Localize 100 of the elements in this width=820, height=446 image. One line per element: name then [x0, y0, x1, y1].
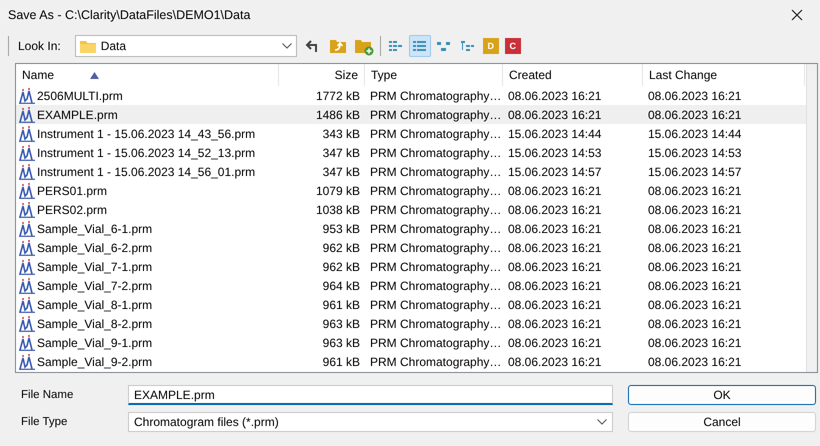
table-cell: 08.06.2023 16:21 — [648, 354, 742, 368]
table-cell: Sample_Vial_6-2.prm — [37, 240, 152, 254]
table-cell: 963 kB — [322, 336, 360, 350]
table-cell: 963 kB — [322, 316, 360, 330]
tree-view-icon — [436, 39, 452, 53]
file-row[interactable]: PERS01.prm 1079 kB PRM Chromatography… 08.06.2023 16:21 08.06.2023 16:21 — [16, 181, 806, 200]
chromatogram-icon — [19, 88, 35, 104]
table-cell: 961 kB — [322, 354, 360, 368]
file-row[interactable]: Instrument 1 - 15.06.2023 14_52_13.prm 347 kB PRM Chromatography… 15.06.2023 14:53 15.06.2023 14:53 — [16, 143, 806, 162]
table-cell: 08.06.2023 16:21 — [648, 260, 742, 274]
column-header[interactable]: Type — [365, 64, 503, 86]
file-row[interactable]: Sample_Vial_7-1.prm 962 kB PRM Chromatography… 08.06.2023 16:21 08.06.2023 16:21 — [16, 257, 806, 276]
chromatogram-icon — [19, 258, 35, 274]
column-header[interactable]: Size — [279, 64, 365, 86]
table-cell: PRM Chromatography… — [370, 202, 502, 216]
chromatogram-icon — [19, 220, 35, 236]
letter-button[interactable]: C — [504, 38, 521, 54]
table-cell: 962 kB — [322, 260, 360, 274]
table-cell: 1038 kB — [316, 202, 360, 216]
file-type-label: File Type — [20, 416, 68, 428]
table-cell: 964 kB — [322, 278, 360, 292]
dialog-button[interactable]: Cancel — [628, 412, 816, 432]
table-cell: 08.06.2023 16:21 — [648, 88, 742, 102]
table-cell: Sample_Vial_7-1.prm — [37, 260, 152, 274]
file-row[interactable]: Sample_Vial_9-1.prm 963 kB PRM Chromatography… 08.06.2023 16:21 08.06.2023 16:21 — [16, 333, 806, 352]
file-row[interactable]: Sample_Vial_8-1.prm 961 kB PRM Chromatography… 08.06.2023 16:21 08.06.2023 16:21 — [16, 295, 806, 314]
table-cell: Sample_Vial_8-1.prm — [37, 298, 152, 312]
file-row[interactable]: Sample_Vial_6-1.prm 953 kB PRM Chromatography… 08.06.2023 16:21 08.06.2023 16:21 — [16, 219, 806, 238]
table-cell: Instrument 1 - 15.06.2023 14_56_01.prm — [37, 164, 256, 178]
table-cell: 347 kB — [322, 146, 360, 160]
chromatogram-icon — [19, 316, 35, 332]
table-cell: 08.06.2023 16:21 — [508, 278, 602, 292]
table-cell: PRM Chromatography… — [370, 260, 502, 274]
details-view-icon — [412, 39, 428, 53]
file-name-field[interactable]: EXAMPLE.prm — [128, 385, 613, 405]
table-cell: 15.06.2023 14:53 — [508, 146, 602, 160]
table-cell: PRM Chromatography… — [370, 278, 502, 292]
table-cell: 08.06.2023 16:21 — [508, 336, 602, 350]
chromatogram-icon — [19, 144, 35, 160]
table-cell: PRM Chromatography… — [370, 336, 502, 350]
table-cell: Sample_Vial_9-2.prm — [37, 354, 152, 368]
table-cell: 08.06.2023 16:21 — [648, 336, 742, 350]
table-cell: 08.06.2023 16:21 — [508, 108, 602, 122]
table-cell: 08.06.2023 16:21 — [508, 240, 602, 254]
table-cell: PRM Chromatography… — [370, 126, 502, 140]
chromatogram-icon — [19, 106, 35, 122]
column-header[interactable]: Created — [503, 64, 643, 86]
table-cell: PRM Chromatography… — [370, 298, 502, 312]
column-header[interactable]: Last Change — [643, 64, 805, 86]
file-row[interactable]: Sample_Vial_6-2.prm 962 kB PRM Chromatography… 08.06.2023 16:21 08.06.2023 16:21 — [16, 238, 806, 257]
table-cell: 08.06.2023 16:21 — [508, 298, 602, 312]
file-row[interactable]: Sample_Vial_9-2.prm 961 kB PRM Chromatography… 08.06.2023 16:21 08.06.2023 16:21 — [16, 352, 806, 371]
look-in-label: Look In: — [18, 39, 61, 53]
table-cell: 2506MULTI.prm — [37, 88, 123, 102]
table-cell: PRM Chromatography… — [370, 184, 502, 198]
table-cell: 08.06.2023 16:21 — [508, 354, 602, 368]
table-cell: PRM Chromatography… — [370, 164, 502, 178]
look-in-dropdown[interactable]: Data — [74, 35, 297, 57]
table-cell: 08.06.2023 16:21 — [648, 222, 742, 236]
file-row[interactable]: Sample_Vial_7-2.prm 964 kB PRM Chromatography… 08.06.2023 16:21 08.06.2023 16:21 — [16, 276, 806, 295]
file-row[interactable]: EXAMPLE.prm 1486 kB PRM Chromatography… 08.06.2023 16:21 08.06.2023 16:21 — [16, 105, 806, 124]
table-cell: 08.06.2023 16:21 — [648, 298, 742, 312]
table-cell: PERS02.prm — [37, 202, 108, 216]
file-row[interactable]: 2506MULTI.prm 1772 kB PRM Chromatography… 08.06.2023 16:21 08.06.2023 16:21 — [16, 86, 806, 105]
table-cell: 962 kB — [322, 240, 360, 254]
table-cell: 08.06.2023 16:21 — [648, 240, 742, 254]
chevron-down-icon — [597, 419, 607, 425]
table-cell: 15.06.2023 14:44 — [508, 126, 602, 140]
file-name-label: File Name — [20, 389, 74, 401]
table-cell: 1486 kB — [316, 108, 360, 122]
table-cell: Sample_Vial_8-2.prm — [37, 316, 152, 330]
table-cell: 961 kB — [322, 298, 360, 312]
table-cell: 08.06.2023 16:21 — [648, 202, 742, 216]
chromatogram-icon — [19, 202, 35, 218]
table-cell: PRM Chromatography… — [370, 316, 502, 330]
view-mode-button[interactable] — [408, 35, 431, 57]
table-cell: 1772 kB — [316, 88, 360, 102]
table-cell: Sample_Vial_6-1.prm — [37, 222, 152, 236]
table-cell: EXAMPLE.prm — [37, 108, 118, 122]
table-cell: 15.06.2023 14:44 — [648, 126, 742, 140]
file-row[interactable]: PERS02.prm 1038 kB PRM Chromatography… 08.06.2023 16:21 08.06.2023 16:21 — [16, 200, 806, 219]
table-cell: Sample_Vial_9-1.prm — [37, 336, 152, 350]
file-row[interactable]: Sample_Vial_8-2.prm 963 kB PRM Chromatography… 08.06.2023 16:21 08.06.2023 16:21 — [16, 314, 806, 333]
scrollbar-track[interactable] — [806, 64, 817, 372]
dialog-button[interactable]: OK — [628, 385, 816, 405]
chromatogram-icon — [19, 354, 35, 370]
table-cell: 1079 kB — [316, 184, 360, 198]
table-cell: 08.06.2023 16:21 — [648, 108, 742, 122]
file-row[interactable]: Instrument 1 - 15.06.2023 14_43_56.prm 343 kB PRM Chromatography… 15.06.2023 14:44 15.06.2023 14:44 — [16, 124, 806, 143]
table-cell: PRM Chromatography… — [370, 146, 502, 160]
chromatogram-icon — [19, 164, 35, 180]
column-header[interactable]: Name — [16, 64, 279, 86]
file-type-dropdown[interactable]: Chromatogram files (*.prm) — [128, 412, 613, 432]
chromatogram-icon — [19, 296, 35, 312]
file-row[interactable]: Instrument 1 - 15.06.2023 14_56_01.prm 347 kB PRM Chromatography… 15.06.2023 14:57 15.06.2023 14:57 — [16, 162, 806, 181]
table-cell: PRM Chromatography… — [370, 240, 502, 254]
sort-arrow-icon — [90, 72, 100, 78]
table-cell: 08.06.2023 16:21 — [508, 260, 602, 274]
table-cell: 343 kB — [322, 126, 360, 140]
table-cell: 347 kB — [322, 164, 360, 178]
